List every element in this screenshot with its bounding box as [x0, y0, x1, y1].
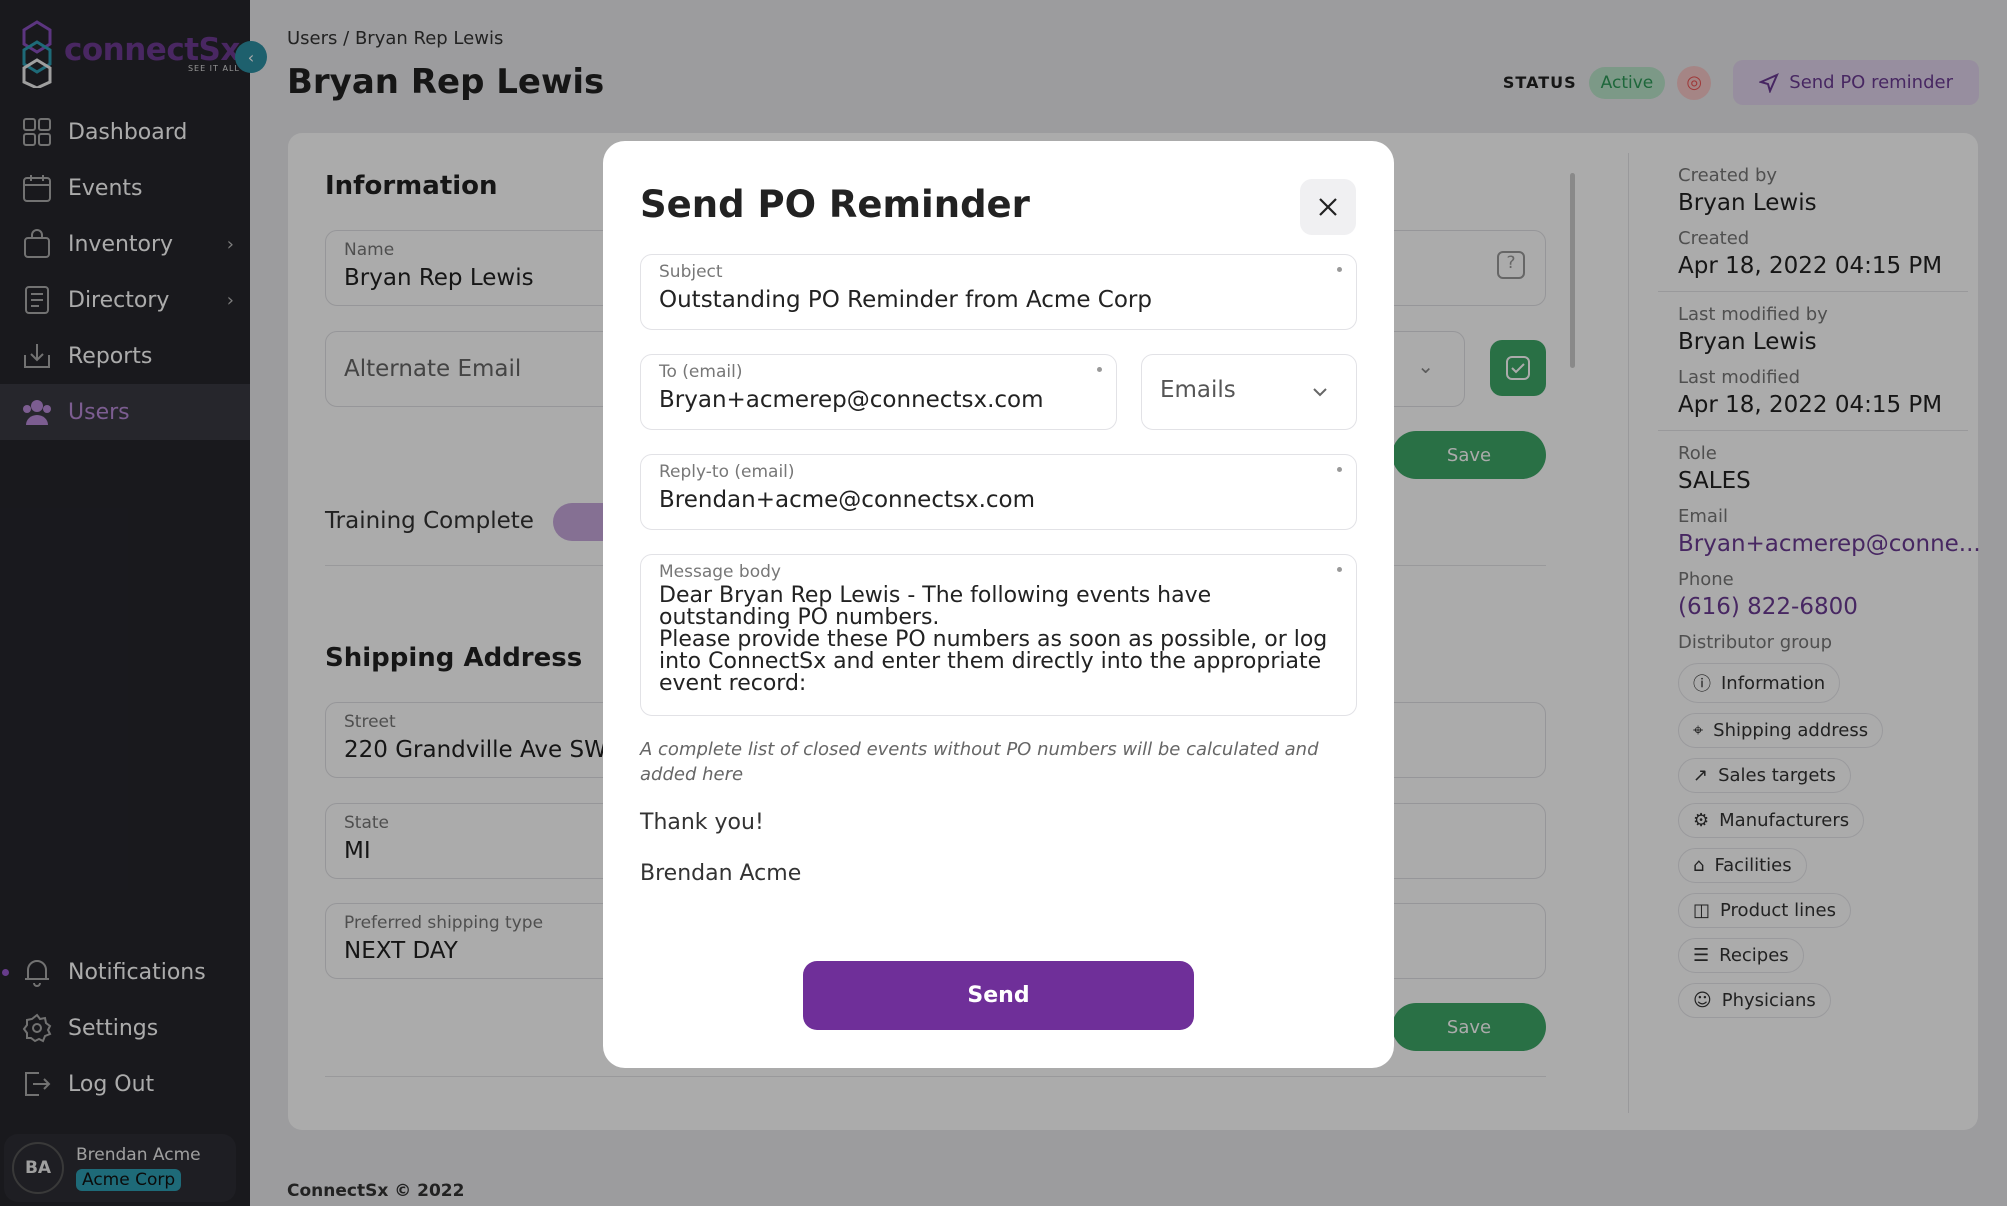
events-note: A complete list of closed events without… — [640, 739, 1319, 785]
subject-value: Outstanding PO Reminder from Acme Corp — [659, 287, 1152, 313]
chevron-down-icon — [1313, 388, 1327, 397]
required-dot — [1337, 567, 1342, 572]
reply-to-field[interactable]: Reply-to (email) Brendan+acme@connectsx.… — [640, 454, 1357, 530]
required-dot — [1097, 367, 1102, 372]
to-email-field[interactable]: To (email) Bryan+acmerep@connectsx.com — [640, 354, 1117, 430]
emails-select-value: Emails — [1160, 377, 1236, 403]
reply-to-value: Brendan+acme@connectsx.com — [659, 487, 1036, 513]
modal-title: Send PO Reminder — [640, 183, 1030, 226]
subject-label: Subject — [659, 262, 723, 282]
reply-to-label: Reply-to (email) — [659, 462, 795, 482]
subject-field[interactable]: Subject Outstanding PO Reminder from Acm… — [640, 254, 1357, 330]
close-icon — [1319, 198, 1337, 216]
message-body-field[interactable]: Message body Dear Bryan Rep Lewis - The … — [640, 554, 1357, 716]
send-button[interactable]: Send — [803, 961, 1194, 1030]
to-email-value: Bryan+acmerep@connectsx.com — [659, 387, 1044, 413]
message-body-label: Message body — [659, 562, 781, 582]
emails-select[interactable]: Emails — [1141, 354, 1357, 430]
message-body-text: Dear Bryan Rep Lewis - The following eve… — [659, 583, 1328, 696]
to-email-label: To (email) — [659, 362, 743, 382]
required-dot — [1337, 467, 1342, 472]
send-po-reminder-modal: Send PO Reminder Subject Outstanding PO … — [603, 141, 1394, 1068]
close-modal-button[interactable] — [1300, 179, 1356, 235]
thanks-text: Thank you! — [640, 810, 764, 835]
signature-text: Brendan Acme — [640, 861, 802, 886]
required-dot — [1337, 267, 1342, 272]
